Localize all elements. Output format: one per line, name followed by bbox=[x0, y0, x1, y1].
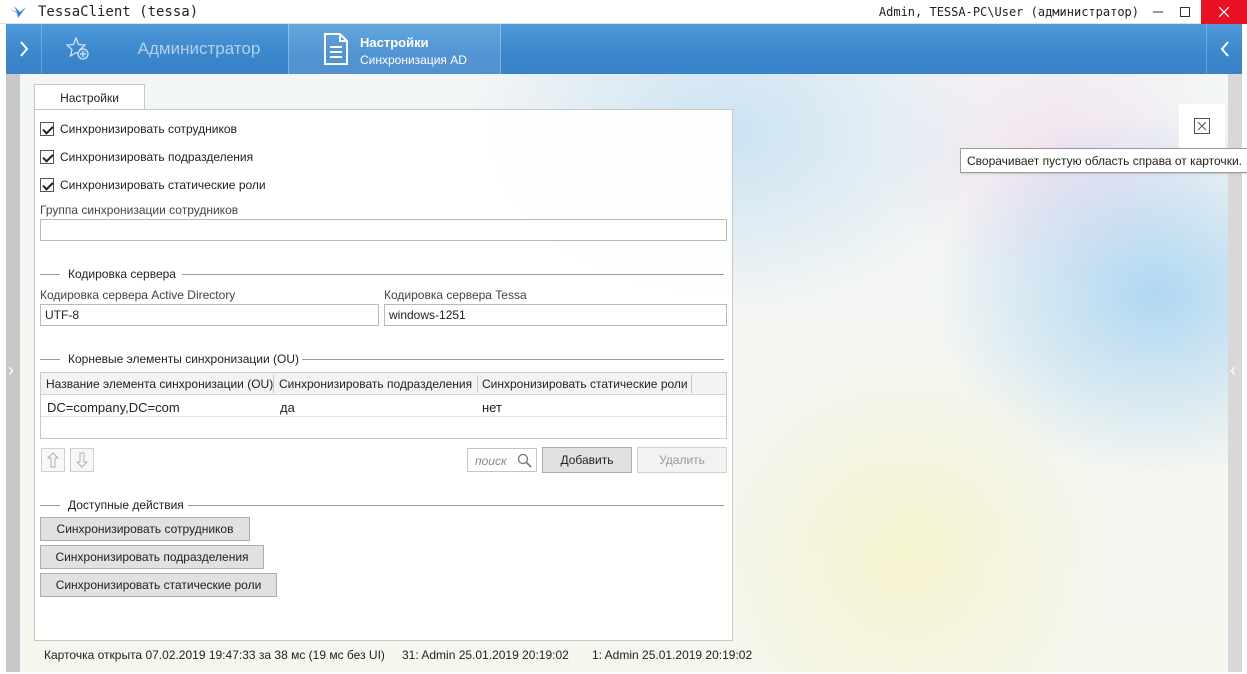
checkbox-sync-employees[interactable]: Синхронизировать сотрудников bbox=[40, 122, 237, 136]
status-version: 31: Admin 25.01.2019 20:19:02 bbox=[402, 648, 569, 662]
tab-administrator[interactable]: Администратор bbox=[110, 24, 288, 74]
left-panel-handle[interactable]: › bbox=[6, 74, 20, 672]
checkbox-checked[interactable] bbox=[40, 178, 54, 192]
table-cell: да bbox=[280, 400, 295, 415]
ou-table[interactable]: Название элемента синхронизации (OU) Син… bbox=[40, 372, 727, 439]
checkbox-sync-static-roles[interactable]: Синхронизировать статические роли bbox=[40, 178, 266, 192]
tooltip: Сворачивает пустую область справа от кар… bbox=[960, 148, 1247, 173]
checkbox-sync-departments[interactable]: Синхронизировать подразделения bbox=[40, 150, 253, 164]
close-button[interactable] bbox=[1201, 0, 1247, 24]
expand-left-panel-button[interactable] bbox=[6, 24, 42, 74]
employee-group-label: Группа синхронизации сотрудников bbox=[40, 203, 239, 217]
arrow-down-icon bbox=[76, 452, 88, 468]
actions-section-header: Доступные действия bbox=[40, 498, 724, 512]
sync-static-roles-button[interactable]: Синхронизировать статические роли bbox=[40, 573, 277, 597]
star-add-icon bbox=[65, 36, 89, 60]
tessa-logo-icon bbox=[10, 6, 26, 18]
sync-employees-button[interactable]: Синхронизировать сотрудников bbox=[40, 517, 250, 541]
sync-departments-button[interactable]: Синхронизировать подразделения bbox=[40, 545, 264, 569]
table-row[interactable]: DC=company,DC=com да нет bbox=[41, 397, 726, 417]
minimize-button[interactable] bbox=[1143, 0, 1173, 24]
employee-group-input[interactable] bbox=[40, 219, 727, 241]
chevron-right-icon: › bbox=[8, 360, 14, 380]
tab-bar: Администратор Настройки Синхронизация AD bbox=[6, 24, 1242, 74]
tessa-encoding-label: Кодировка сервера Tessa bbox=[384, 288, 527, 302]
collapse-right-area-button[interactable] bbox=[1179, 104, 1225, 148]
search-placeholder: поиск bbox=[475, 454, 507, 468]
favorites-button[interactable] bbox=[48, 24, 108, 74]
table-header: Название элемента синхронизации (OU) Син… bbox=[41, 373, 726, 395]
title-bar: TessaClient (tessa) Admin, TESSA-PC\User… bbox=[0, 0, 1247, 24]
checkbox-checked[interactable] bbox=[40, 122, 54, 136]
chevron-left-icon bbox=[1220, 41, 1229, 57]
window-title: TessaClient (tessa) bbox=[38, 4, 199, 20]
search-input[interactable]: поиск bbox=[467, 448, 537, 472]
ad-encoding-input[interactable]: UTF-8 bbox=[40, 304, 379, 326]
maximize-icon bbox=[1180, 7, 1190, 17]
chevron-left-icon: ‹ bbox=[1230, 360, 1236, 380]
card-tab-settings[interactable]: Настройки bbox=[34, 84, 145, 110]
minimize-icon bbox=[1153, 11, 1163, 13]
section-title: Кодировка сервера bbox=[68, 267, 176, 281]
expand-right-panel-button[interactable] bbox=[1206, 24, 1242, 74]
checkbox-label: Синхронизировать подразделения bbox=[60, 150, 254, 164]
table-cell: DC=company,DC=com bbox=[47, 400, 180, 415]
tessa-encoding-input[interactable]: windows-1251 bbox=[384, 304, 727, 326]
tab-subtitle: Синхронизация AD bbox=[360, 53, 467, 67]
checkbox-checked[interactable] bbox=[40, 150, 54, 164]
status-version: 1: Admin 25.01.2019 20:19:02 bbox=[592, 648, 753, 662]
table-cell: нет bbox=[482, 400, 502, 415]
delete-button[interactable]: Удалить bbox=[637, 447, 727, 473]
checkbox-label: Синхронизировать статические роли bbox=[60, 178, 266, 192]
maximize-button[interactable] bbox=[1170, 0, 1200, 24]
current-user: Admin, TESSA-PC\User (администратор) bbox=[878, 5, 1139, 19]
checkbox-label: Синхронизировать сотрудников bbox=[60, 122, 237, 136]
move-down-button[interactable] bbox=[70, 448, 94, 472]
document-icon bbox=[324, 33, 348, 65]
ad-encoding-label: Кодировка сервера Active Directory bbox=[40, 288, 236, 302]
arrow-up-icon bbox=[47, 452, 59, 468]
close-icon bbox=[1219, 7, 1229, 17]
encoding-section-header: Кодировка сервера bbox=[40, 267, 724, 281]
column-header[interactable]: Название элемента синхронизации (OU) bbox=[46, 377, 273, 391]
section-title: Доступные действия bbox=[68, 498, 184, 512]
section-title: Корневые элементы синхронизации (OU) bbox=[68, 352, 299, 366]
move-up-button[interactable] bbox=[41, 448, 65, 472]
collapse-icon bbox=[1194, 118, 1210, 134]
roots-section-header: Корневые элементы синхронизации (OU) bbox=[40, 352, 724, 366]
status-opened: Карточка открыта 07.02.2019 19:47:33 за … bbox=[44, 648, 385, 662]
column-header[interactable]: Синхронизировать статические роли bbox=[482, 377, 688, 391]
search-icon bbox=[517, 453, 532, 468]
column-header[interactable]: Синхронизировать подразделения bbox=[279, 377, 472, 391]
tab-title: Настройки bbox=[360, 35, 429, 50]
chevron-right-icon bbox=[19, 41, 28, 57]
tab-settings-active[interactable]: Настройки Синхронизация AD bbox=[288, 24, 501, 74]
add-button[interactable]: Добавить bbox=[542, 447, 632, 473]
